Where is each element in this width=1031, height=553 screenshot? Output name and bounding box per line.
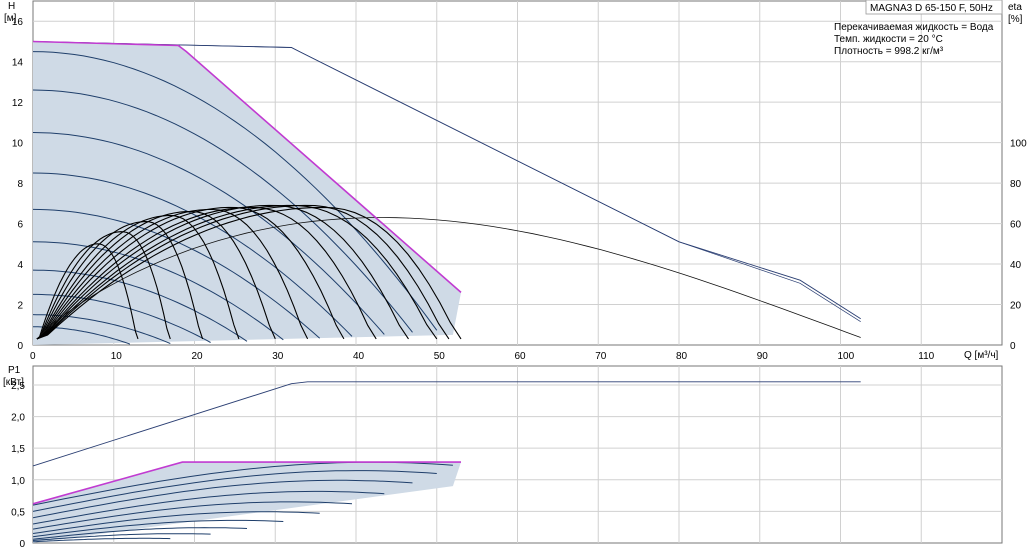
y-tick-label-eta: 80 bbox=[1010, 179, 1022, 190]
y-tick-label-eta: 60 bbox=[1010, 220, 1022, 231]
y-tick-label-h: 10 bbox=[12, 139, 24, 150]
y-axis-unit-eta: [%] bbox=[1008, 14, 1023, 25]
y-axis-unit-p1: [кВт] bbox=[3, 377, 24, 388]
x-tick-label: 80 bbox=[676, 351, 688, 362]
y-tick-label-eta: 100 bbox=[1010, 139, 1027, 150]
info-line-density: Плотность = 998.2 кг/м³ bbox=[834, 46, 944, 57]
y-axis-label-h: H bbox=[8, 1, 15, 12]
x-tick-label: 70 bbox=[595, 351, 607, 362]
y-tick-label-p1: 0,5 bbox=[11, 507, 25, 518]
y-tick-label-h: 0 bbox=[17, 341, 23, 352]
y-tick-label-h: 8 bbox=[17, 179, 23, 190]
y-tick-label-p1: 2,0 bbox=[11, 413, 25, 424]
chart-svg: 0 10 20 30 40 50 60 70 80 90 100 110024681012141602… bbox=[3, 0, 1027, 550]
x-axis-label-q: Q [м³/ч] bbox=[964, 350, 999, 361]
y-tick-label-h: 2 bbox=[17, 301, 23, 312]
y-tick-label-p1: 0 bbox=[19, 539, 25, 550]
x-tick-label: 50 bbox=[434, 351, 446, 362]
y-tick-label-h: 14 bbox=[12, 58, 24, 69]
x-tick-label: 60 bbox=[515, 351, 527, 362]
info-line-liquid: Перекачиваемая жидкость = Вода bbox=[834, 22, 994, 33]
y-tick-label-h: 12 bbox=[12, 98, 24, 109]
info-line-temp: Темп. жидкости = 20 °C bbox=[834, 34, 943, 45]
x-tick-label: 0 bbox=[30, 351, 36, 362]
y-axis-label-p1: P1 bbox=[8, 365, 21, 376]
x-tick-label: 100 bbox=[838, 351, 855, 362]
x-tick-label: 110 bbox=[918, 351, 934, 362]
x-tick-label: 10 bbox=[111, 351, 123, 362]
x-tick-label: 30 bbox=[272, 351, 284, 362]
x-tick-label: 40 bbox=[353, 351, 365, 362]
y-tick-label-eta: 20 bbox=[1010, 301, 1022, 312]
y-tick-label-h: 6 bbox=[17, 220, 23, 231]
x-tick-label: 20 bbox=[192, 351, 204, 362]
y-axis-label-eta: eta bbox=[1008, 2, 1022, 13]
x-tick-label: 90 bbox=[757, 351, 769, 362]
y-axis-unit-h: [м] bbox=[4, 13, 17, 24]
y-tick-label-eta: 0 bbox=[1010, 341, 1016, 352]
chart-title: MAGNA3 D 65-150 F, 50Hz bbox=[870, 3, 993, 14]
power-chart: 00,51,01,52,02,5 bbox=[11, 365, 1003, 550]
pump-curve-chart: 0 10 20 30 40 50 60 70 80 90 100 110 0 2 4 6 8 10 12 14 16 0 2… bbox=[0, 0, 1031, 553]
y-tick-label-p1: 1,5 bbox=[11, 444, 25, 455]
y-tick-label-h: 4 bbox=[17, 260, 23, 271]
y-tick-label-p1: 1,0 bbox=[11, 476, 25, 487]
y-tick-label-eta: 40 bbox=[1010, 260, 1022, 271]
